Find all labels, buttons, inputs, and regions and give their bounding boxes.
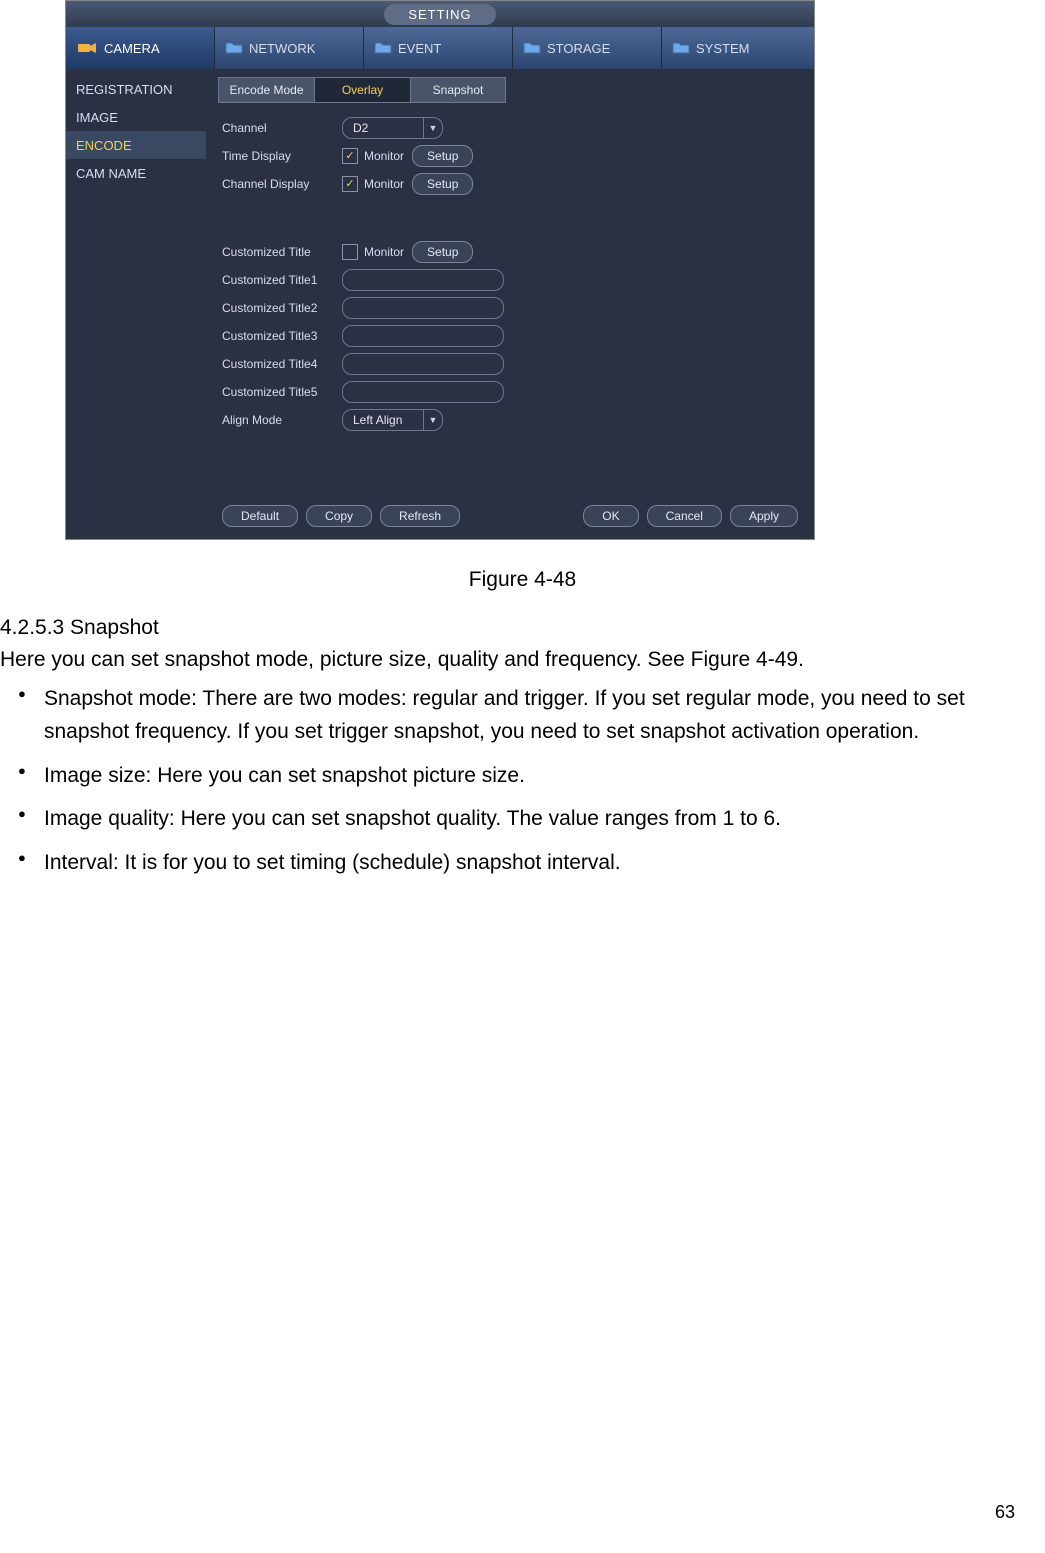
tab-storage-label: STORAGE	[547, 41, 610, 56]
main-tabs: CAMERA NETWORK EVENT	[66, 27, 814, 69]
button-label: Setup	[427, 245, 458, 259]
channel-display-label: Channel Display	[222, 177, 342, 191]
apply-button[interactable]: Apply	[730, 505, 798, 527]
channel-label: Channel	[222, 121, 342, 135]
settings-window: SETTING CAMERA NETWORK	[65, 0, 815, 540]
form-area: Channel D2 ▼ Time Display Monitor Setup	[218, 109, 802, 493]
sub-tabs: Encode Mode Overlay Snapshot	[218, 77, 802, 103]
tab-camera[interactable]: CAMERA	[66, 27, 215, 69]
sidebar-item-camname[interactable]: CAM NAME	[66, 159, 206, 187]
chevron-down-icon: ▼	[423, 118, 442, 138]
folder-icon	[523, 41, 541, 55]
button-label: Cancel	[666, 509, 703, 523]
sidebar: REGISTRATION IMAGE ENCODE CAM NAME	[66, 69, 206, 539]
customized-title-label: Customized Title	[222, 245, 342, 259]
customized-title1-input[interactable]	[342, 269, 504, 291]
tab-system[interactable]: SYSTEM	[662, 27, 811, 69]
sidebar-item-label: ENCODE	[76, 138, 132, 153]
intro-paragraph: Here you can set snapshot mode, picture …	[0, 644, 1045, 676]
monitor-label: Monitor	[364, 149, 404, 163]
tab-network[interactable]: NETWORK	[215, 27, 364, 69]
monitor-label: Monitor	[364, 177, 404, 191]
channel-dropdown[interactable]: D2 ▼	[342, 117, 443, 139]
list-item: Image size: Here you can set snapshot pi…	[44, 759, 1045, 793]
button-label: Default	[241, 509, 279, 523]
sidebar-item-image[interactable]: IMAGE	[66, 103, 206, 131]
copy-button[interactable]: Copy	[306, 505, 372, 527]
align-mode-label: Align Mode	[222, 413, 342, 427]
list-item: Interval: It is for you to set timing (s…	[44, 846, 1045, 880]
tab-network-label: NETWORK	[249, 41, 315, 56]
button-label: OK	[602, 509, 619, 523]
button-label: Copy	[325, 509, 353, 523]
customized-title3-label: Customized Title3	[222, 329, 342, 343]
default-button[interactable]: Default	[222, 505, 298, 527]
customized-title2-label: Customized Title2	[222, 301, 342, 315]
subtab-label: Encode Mode	[229, 83, 303, 97]
section-heading: 4.2.5.3 Snapshot	[0, 616, 1045, 640]
customized-title4-input[interactable]	[342, 353, 504, 375]
ok-button[interactable]: OK	[583, 505, 638, 527]
page-number: 63	[995, 1502, 1015, 1523]
subtab-label: Snapshot	[433, 83, 484, 97]
customized-title5-input[interactable]	[342, 381, 504, 403]
window-titlebar: SETTING	[66, 1, 814, 27]
monitor-label: Monitor	[364, 245, 404, 259]
button-label: Setup	[427, 149, 458, 163]
customized-title5-label: Customized Title5	[222, 385, 342, 399]
folder-icon	[672, 41, 690, 55]
customized-title-setup-button[interactable]: Setup	[412, 241, 473, 263]
cancel-button[interactable]: Cancel	[647, 505, 722, 527]
time-display-checkbox[interactable]	[342, 148, 358, 164]
list-item: Snapshot mode: There are two modes: regu…	[44, 682, 1045, 749]
tab-event-label: EVENT	[398, 41, 441, 56]
align-mode-dropdown[interactable]: Left Align ▼	[342, 409, 443, 431]
customized-title1-label: Customized Title1	[222, 273, 342, 287]
list-item: Image quality: Here you can set snapshot…	[44, 802, 1045, 836]
tab-camera-label: CAMERA	[104, 41, 160, 56]
settings-panel: Encode Mode Overlay Snapshot Channel D2 …	[206, 69, 814, 539]
customized-title4-label: Customized Title4	[222, 357, 342, 371]
subtab-encode-mode[interactable]: Encode Mode	[218, 77, 314, 103]
subtab-overlay[interactable]: Overlay	[314, 77, 410, 103]
bullet-list: Snapshot mode: There are two modes: regu…	[0, 682, 1045, 880]
sidebar-item-registration[interactable]: REGISTRATION	[66, 75, 206, 103]
subtab-snapshot[interactable]: Snapshot	[410, 77, 506, 103]
channel-display-checkbox[interactable]	[342, 176, 358, 192]
align-mode-value: Left Align	[343, 413, 423, 427]
footer-buttons: Default Copy Refresh OK Cancel Apply	[218, 493, 802, 527]
sidebar-item-label: IMAGE	[76, 110, 118, 125]
channel-value: D2	[343, 121, 423, 135]
sidebar-item-label: REGISTRATION	[76, 82, 173, 97]
figure-caption: Figure 4-48	[0, 568, 1045, 592]
customized-title2-input[interactable]	[342, 297, 504, 319]
folder-icon	[374, 41, 392, 55]
customized-title3-input[interactable]	[342, 325, 504, 347]
sidebar-item-label: CAM NAME	[76, 166, 146, 181]
chevron-down-icon: ▼	[423, 410, 442, 430]
folder-icon	[225, 41, 243, 55]
tab-event[interactable]: EVENT	[364, 27, 513, 69]
time-display-label: Time Display	[222, 149, 342, 163]
sidebar-item-encode[interactable]: ENCODE	[66, 131, 206, 159]
customized-title-checkbox[interactable]	[342, 244, 358, 260]
button-label: Setup	[427, 177, 458, 191]
tab-storage[interactable]: STORAGE	[513, 27, 662, 69]
channel-display-setup-button[interactable]: Setup	[412, 173, 473, 195]
refresh-button[interactable]: Refresh	[380, 505, 460, 527]
button-label: Apply	[749, 509, 779, 523]
button-label: Refresh	[399, 509, 441, 523]
tab-system-label: SYSTEM	[696, 41, 749, 56]
time-display-setup-button[interactable]: Setup	[412, 145, 473, 167]
subtab-label: Overlay	[342, 83, 383, 97]
camera-icon	[76, 40, 98, 56]
window-title: SETTING	[384, 4, 495, 25]
